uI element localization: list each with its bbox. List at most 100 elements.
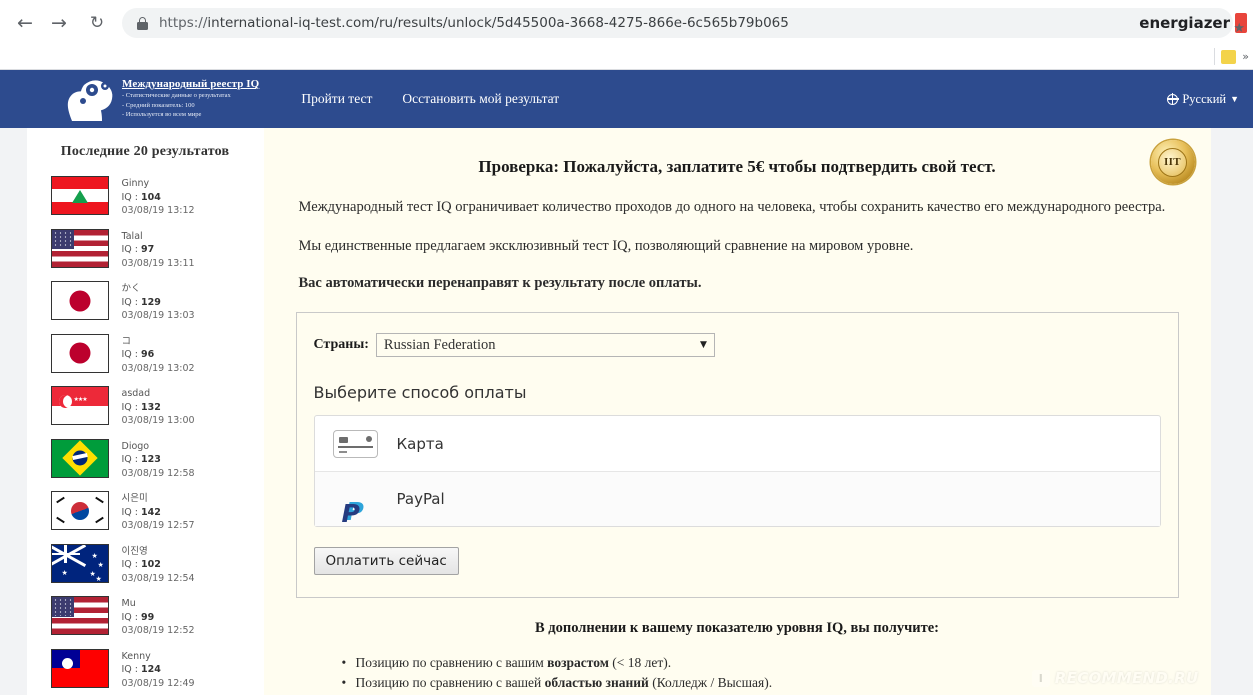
result-name: コ bbox=[121, 335, 132, 347]
result-iq: IQ : 129 bbox=[121, 296, 161, 308]
payment-option-card[interactable]: Карта bbox=[315, 416, 1160, 471]
result-info: Kenny IQ : 124 03/08/19 12:49 bbox=[122, 649, 195, 691]
forward-arrow-icon[interactable]: → bbox=[44, 8, 74, 38]
country-selected-value: Russian Federation bbox=[383, 336, 496, 353]
flag-icon-brazil bbox=[50, 438, 109, 478]
result-iq: IQ : 102 bbox=[121, 559, 161, 570]
address-bar[interactable]: https://international-iq-test.com/ru/res… bbox=[122, 8, 1233, 38]
result-iq: IQ : 104 bbox=[121, 191, 161, 203]
result-info: Mu IQ : 99 03/08/19 12:52 bbox=[122, 596, 195, 638]
language-selector[interactable]: Русский ▼ bbox=[1167, 92, 1239, 107]
result-iq: IQ : 142 bbox=[121, 506, 161, 518]
result-name: かく bbox=[121, 283, 141, 294]
content-wrapper: Последние 20 результатов Ginny IQ : 104 03… bbox=[26, 128, 1227, 695]
result-info: asdad IQ : 132 03/08/19 13:00 bbox=[122, 386, 195, 428]
result-iq: IQ : 99 bbox=[121, 611, 155, 623]
page-title: Проверка: Пожалуйста, заплатите 5€ чтобы… bbox=[478, 157, 996, 176]
result-name: asdad bbox=[121, 388, 151, 399]
results-list: Ginny IQ : 104 03/08/19 13:12 Talal IQ : 97 0… bbox=[27, 176, 264, 695]
brain-gears-logo-icon bbox=[67, 80, 113, 121]
result-info: Diogo IQ : 123 03/08/19 12:58 bbox=[122, 439, 195, 481]
flag-icon-taiwan bbox=[50, 648, 109, 688]
flag-icon-australia: ★ ★ ★ ★ ★ bbox=[50, 543, 109, 583]
lock-icon bbox=[136, 16, 149, 30]
result-row: Diogo IQ : 123 03/08/19 12:58 bbox=[27, 438, 264, 492]
main-content: IIT Проверка: Пожалуйста, заплатите 5€ ч… bbox=[263, 128, 1211, 695]
pay-now-button[interactable]: Оплатить сейчас bbox=[313, 547, 459, 575]
result-date: 03/08/19 13:00 bbox=[121, 415, 195, 426]
payment-form: Страны: Russian Federation ▼ Выберите сп… bbox=[295, 312, 1179, 598]
site-logo[interactable]: Международный реестр IQ - Статистические… bbox=[62, 77, 259, 121]
browser-toolbar: ← → ↻ https://international-iq-test.com/… bbox=[0, 0, 1253, 46]
result-date: 03/08/19 13:12 bbox=[121, 205, 195, 216]
result-row: 시은미 IQ : 142 03/08/19 12:57 bbox=[27, 491, 264, 544]
profile-name: energiazer bbox=[1139, 14, 1230, 32]
flag-icon-lebanon bbox=[50, 176, 109, 215]
chevron-down-icon: ▼ bbox=[700, 340, 707, 350]
bookmark-star-icon[interactable]: ★ bbox=[1233, 21, 1245, 36]
page-body: Последние 20 результатов Ginny IQ : 104 03… bbox=[0, 128, 1253, 695]
iit-seal-icon: IIT bbox=[1150, 140, 1195, 184]
logo-subtitle-2: - Средний показатель: 100 bbox=[122, 101, 195, 109]
globe-icon bbox=[1167, 93, 1179, 105]
irecommend-watermark: I RECOMMEND.RU bbox=[1031, 669, 1199, 687]
result-name: Mu bbox=[121, 598, 136, 609]
result-name: Diogo bbox=[121, 440, 150, 452]
chevron-down-icon[interactable]: » bbox=[1242, 50, 1249, 63]
flag-icon-usa bbox=[50, 228, 109, 268]
result-row: ★ ★ ★ ★ ★ 이진영 IQ : 102 03/08/19 12:54 bbox=[27, 543, 264, 597]
profile-area[interactable]: energiazer bbox=[1139, 0, 1247, 46]
result-row: Kenny IQ : 124 03/08/19 12:49 bbox=[27, 648, 264, 695]
logo-subtitle-3: - Используется во всем мире bbox=[122, 111, 202, 119]
result-iq: IQ : 97 bbox=[121, 244, 155, 255]
result-date: 03/08/19 12:52 bbox=[121, 625, 195, 636]
result-date: 03/08/19 12:57 bbox=[121, 520, 195, 531]
result-name: 시은미 bbox=[121, 493, 148, 504]
result-info: コ IQ : 96 03/08/19 13:02 bbox=[122, 334, 195, 376]
result-info: Talal IQ : 97 03/08/19 13:11 bbox=[122, 229, 195, 271]
result-iq: IQ : 123 bbox=[121, 454, 161, 465]
language-label: Русский bbox=[1182, 91, 1227, 106]
seal-label: IIT bbox=[1158, 147, 1187, 177]
payment-option-paypal-label: PayPal bbox=[396, 490, 445, 508]
flag-icon-usa bbox=[50, 596, 109, 635]
result-date: 03/08/19 12:58 bbox=[121, 467, 195, 479]
result-date: 03/08/19 13:03 bbox=[121, 310, 195, 321]
result-iq: IQ : 124 bbox=[121, 664, 161, 675]
url-text: https://international-iq-test.com/ru/res… bbox=[159, 15, 789, 31]
bookmark-folder-icon[interactable] bbox=[1221, 49, 1237, 64]
result-row: Mu IQ : 99 03/08/19 12:52 bbox=[27, 596, 264, 649]
result-date: 03/08/19 13:02 bbox=[121, 362, 195, 374]
payment-option-card-label: Карта bbox=[396, 434, 444, 453]
result-date: 03/08/19 13:11 bbox=[121, 257, 195, 269]
country-select[interactable]: Russian Federation ▼ bbox=[375, 333, 715, 357]
result-info: 이진영 IQ : 102 03/08/19 12:54 bbox=[122, 544, 195, 586]
credit-card-icon bbox=[332, 429, 378, 458]
result-row: かく IQ : 129 03/08/19 13:03 bbox=[27, 281, 264, 334]
result-row: コ IQ : 96 03/08/19 13:02 bbox=[27, 333, 264, 387]
flag-icon-korea bbox=[50, 491, 109, 530]
bookmarks-overflow[interactable]: » bbox=[1214, 48, 1249, 65]
nav-link-restore-result[interactable]: Осстановить мой результат bbox=[402, 91, 559, 107]
scrollbar-gutter[interactable] bbox=[1210, 128, 1227, 695]
nav-link-take-test[interactable]: Пройти тест bbox=[301, 91, 372, 107]
intro-paragraph-3: Вас автоматически перенаправят к результ… bbox=[298, 275, 702, 291]
country-row: Страны: Russian Federation ▼ bbox=[314, 333, 1161, 357]
intro-paragraph-1: Международный тест IQ ограничивает колич… bbox=[298, 199, 1166, 215]
payment-option-paypal[interactable]: PP PayPal bbox=[314, 471, 1160, 526]
result-date: 03/08/19 12:49 bbox=[121, 677, 195, 689]
intro-paragraph-2: Мы единственные предлагаем эксклюзивный … bbox=[298, 238, 914, 254]
logo-text-block: Международный реестр IQ - Статистические… bbox=[122, 78, 259, 120]
back-arrow-icon[interactable]: ← bbox=[10, 8, 40, 38]
logo-title: Международный реестр IQ bbox=[122, 78, 260, 91]
chevron-down-icon: ▼ bbox=[1230, 94, 1239, 104]
choose-payment-heading: Выберите способ оплаты bbox=[313, 383, 527, 402]
benefit-emphasis: областью знаний bbox=[544, 674, 649, 690]
flag-icon-singapore: ★★★ bbox=[50, 386, 109, 425]
benefit-emphasis: возрастом bbox=[547, 655, 609, 670]
divider bbox=[1214, 48, 1216, 65]
result-iq: IQ : 96 bbox=[121, 349, 155, 360]
site-navbar: Международный реестр IQ - Статистические… bbox=[0, 70, 1253, 128]
country-label: Страны: bbox=[313, 337, 369, 352]
reload-icon[interactable]: ↻ bbox=[82, 8, 112, 38]
